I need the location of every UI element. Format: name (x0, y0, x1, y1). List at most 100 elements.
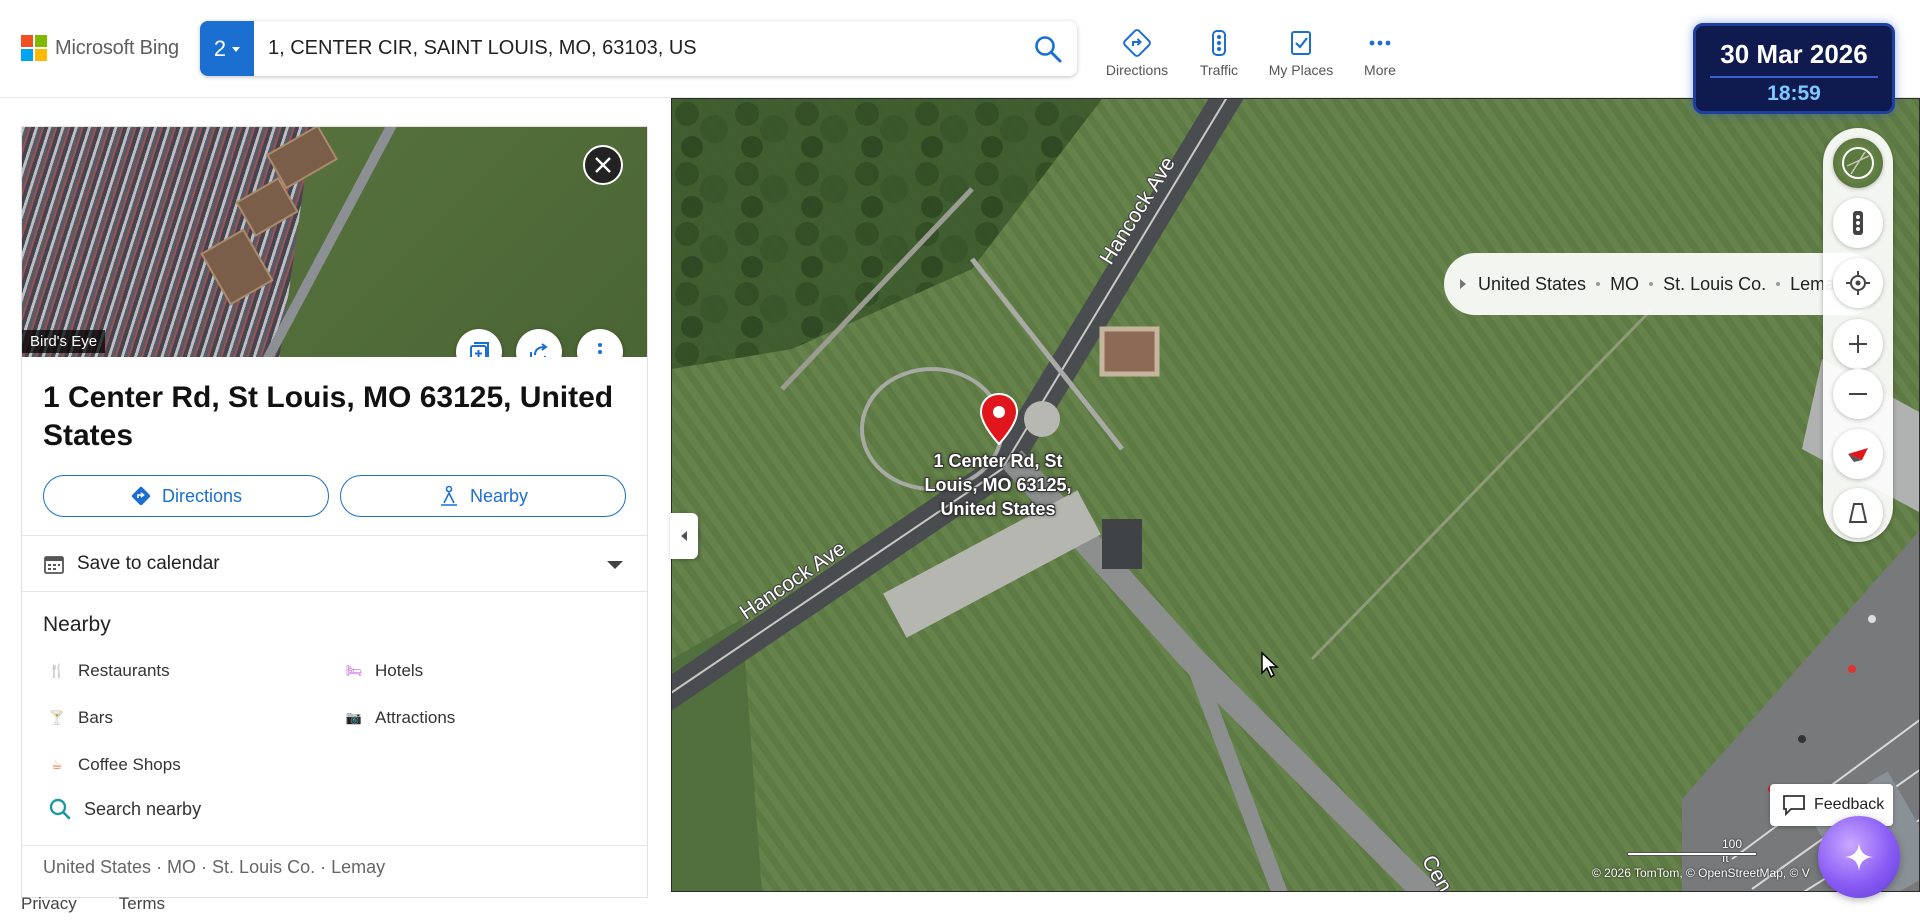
panel-breadcrumb: United States · MO · St. Louis Co. · Lem… (43, 857, 386, 877)
nearby-heading: Nearby (43, 613, 111, 636)
locate-me-button[interactable] (1833, 258, 1883, 308)
directions-label: Directions (161, 485, 243, 506)
location-pin-icon[interactable] (978, 392, 1020, 446)
save-to-calendar-row[interactable]: Save to calendar (22, 537, 647, 591)
directions-button[interactable]: Directions (43, 475, 329, 517)
traffic-icon (1212, 30, 1226, 56)
minus-icon (1849, 393, 1867, 395)
close-button[interactable] (583, 145, 623, 185)
breadcrumb-separator (1649, 282, 1654, 286)
nav-more[interactable]: More (1340, 28, 1420, 78)
aerial-imagery (672, 99, 1919, 891)
hotel-icon: 🛏 (345, 663, 363, 678)
location-panel: Bird's Eye 1 Center Rd, St Louis, MO 631… (21, 126, 648, 898)
microsoft-logo-icon (21, 35, 47, 61)
more-vertical-icon (598, 343, 602, 354)
search-nearby-label: Search nearby (84, 798, 202, 819)
nearby-label: Nearby (469, 485, 529, 506)
directions-icon (131, 486, 151, 506)
birds-eye-image[interactable]: Bird's Eye (22, 127, 647, 357)
tilt-icon (1848, 503, 1868, 523)
pin-label: 1 Center Rd, St Louis, MO 63125, United … (924, 451, 1072, 519)
map-attribution: © 2026 TomTom, © OpenStreetMap, © V (1592, 866, 1810, 880)
bing-logo[interactable]: Microsoft Bing (21, 35, 179, 61)
breadcrumb-item[interactable]: MO (1610, 274, 1639, 295)
breadcrumb-separator (1776, 282, 1781, 286)
divider (22, 845, 647, 846)
parking-lot-image (22, 127, 313, 357)
privacy-link[interactable]: Privacy (21, 894, 77, 914)
aerial-map-icon (1842, 147, 1874, 179)
divider (22, 535, 647, 536)
terms-link[interactable]: Terms (119, 894, 165, 914)
result-count: 2 (213, 35, 227, 61)
header: Microsoft Bing 2 Directions Traffic My (0, 0, 1920, 98)
mouse-cursor-icon (1261, 651, 1279, 679)
map-controls (1823, 128, 1893, 542)
search-icon[interactable] (1033, 34, 1063, 64)
nearby-coffee-shops[interactable]: ☕ Coffee Shops (46, 752, 181, 778)
coffee-icon: ☕ (51, 757, 63, 772)
search-nearby-link[interactable]: Search nearby (48, 797, 201, 821)
tilt-button[interactable] (1833, 488, 1883, 538)
chevron-down-icon (607, 561, 623, 569)
address-title: 1 Center Rd, St Louis, MO 63125, United … (43, 381, 614, 452)
plus-icon (1849, 335, 1867, 353)
birds-eye-label: Bird's Eye (22, 330, 106, 353)
nearby-bars[interactable]: 🍸 Bars (46, 705, 113, 731)
sparkle-icon (1845, 843, 1873, 871)
chevron-right-icon[interactable] (1458, 278, 1468, 290)
search-input[interactable] (268, 33, 968, 63)
nearby-item-label: Coffee Shops (78, 755, 181, 774)
feedback-label: Feedback (1814, 796, 1885, 813)
zoom-out-button[interactable] (1833, 369, 1883, 419)
map-style-button[interactable] (1833, 138, 1883, 188)
compass-button[interactable] (1833, 429, 1883, 479)
divider (22, 591, 647, 592)
locate-icon (1846, 271, 1870, 295)
nearby-button[interactable]: Nearby (340, 475, 626, 517)
save-place-button[interactable] (456, 329, 502, 357)
datetime-divider (1710, 76, 1878, 78)
nav-directions-label: Directions (1105, 62, 1169, 78)
collapse-panel-button[interactable] (670, 513, 698, 559)
search-box: 2 (200, 21, 1077, 76)
breadcrumb-item[interactable]: United States (1478, 274, 1586, 295)
save-to-calendar-label: Save to calendar (77, 553, 220, 574)
breadcrumb-item[interactable]: St. Louis Co. (1663, 274, 1766, 295)
nearby-person-icon (440, 485, 457, 506)
calendar-icon (44, 556, 64, 574)
bar-icon: 🍸 (48, 710, 66, 725)
search-result-count-button[interactable]: 2 (200, 21, 254, 76)
time-display: 18:59 (1767, 82, 1821, 105)
nearby-attractions[interactable]: 📷 Attractions (343, 705, 455, 731)
more-icon (1369, 40, 1391, 46)
more-options-button[interactable] (577, 329, 623, 357)
directions-icon (1123, 29, 1151, 57)
nearby-hotels[interactable]: 🛏 Hotels (343, 658, 423, 684)
share-button[interactable] (516, 329, 562, 357)
nearby-restaurants[interactable]: 🍴 Restaurants (46, 658, 170, 684)
map-breadcrumb[interactable]: United States MO St. Louis Co. Lemay (1444, 253, 1880, 315)
breadcrumb-separator (1596, 282, 1601, 286)
nav-traffic[interactable]: Traffic (1179, 28, 1259, 78)
nav-traffic-label: Traffic (1199, 62, 1239, 78)
map-view[interactable]: Hancock Ave Hancock Ave Cen (671, 98, 1920, 892)
datetime-overlay: 30 Mar 2026 18:59 (1693, 23, 1895, 114)
compass-icon (1848, 448, 1868, 462)
date-display: 30 Mar 2026 (1720, 39, 1868, 69)
copilot-button[interactable] (1818, 816, 1900, 898)
nav-my-places-label: My Places (1268, 62, 1334, 78)
nav-my-places[interactable]: My Places (1261, 28, 1341, 78)
brand-name: Microsoft Bing (55, 36, 179, 59)
restaurant-icon: 🍴 (48, 663, 66, 678)
nav-directions[interactable]: Directions (1097, 28, 1177, 78)
feedback-icon (1783, 795, 1805, 816)
traffic-layer-button[interactable] (1833, 198, 1883, 248)
search-icon (49, 798, 71, 820)
nearby-item-label: Bars (78, 708, 113, 727)
scale-bar (1627, 852, 1757, 856)
zoom-in-button[interactable] (1833, 319, 1883, 369)
add-collection-icon (470, 342, 489, 357)
nearby-item-label: Hotels (375, 661, 424, 680)
